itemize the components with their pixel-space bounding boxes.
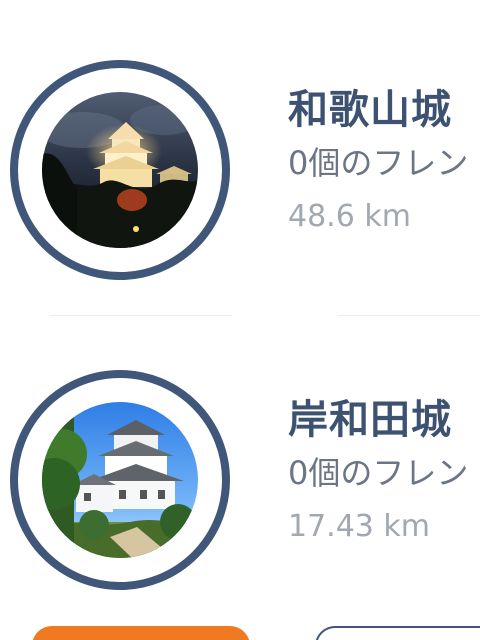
distance-label: 17.43 km [288, 509, 431, 544]
castle-avatar[interactable] [10, 60, 230, 280]
list-divider [338, 315, 480, 316]
bottom-action-button[interactable] [32, 626, 250, 640]
castle-list-item[interactable]: 岸和田城 0個のフレン 17.43 km [0, 350, 480, 610]
castle-info: 和歌山城 0個のフレン 48.6 km [288, 84, 480, 242]
castle-name[interactable]: 岸和田城 [288, 394, 480, 446]
castle-info: 岸和田城 0個のフレン 17.43 km [288, 394, 480, 552]
secondary-action-button[interactable] [315, 626, 480, 640]
friend-count: 0個のフレン [288, 454, 469, 492]
distance-label: 48.6 km [288, 199, 411, 234]
castle-list-item[interactable]: 和歌山城 0個のフレン 48.6 km [0, 40, 480, 300]
castle-list-screen: 和歌山城 0個のフレン 48.6 km 岸和田城 0個のフレン 17.43 km [0, 0, 480, 640]
list-divider [50, 315, 232, 316]
night-castle-photo [42, 92, 198, 248]
day-castle-illustration [42, 402, 198, 558]
day-castle-photo [42, 402, 198, 558]
castle-name[interactable]: 和歌山城 [288, 84, 480, 136]
friend-count: 0個のフレン [288, 144, 469, 182]
night-castle-illustration [42, 92, 198, 248]
castle-avatar[interactable] [10, 370, 230, 590]
